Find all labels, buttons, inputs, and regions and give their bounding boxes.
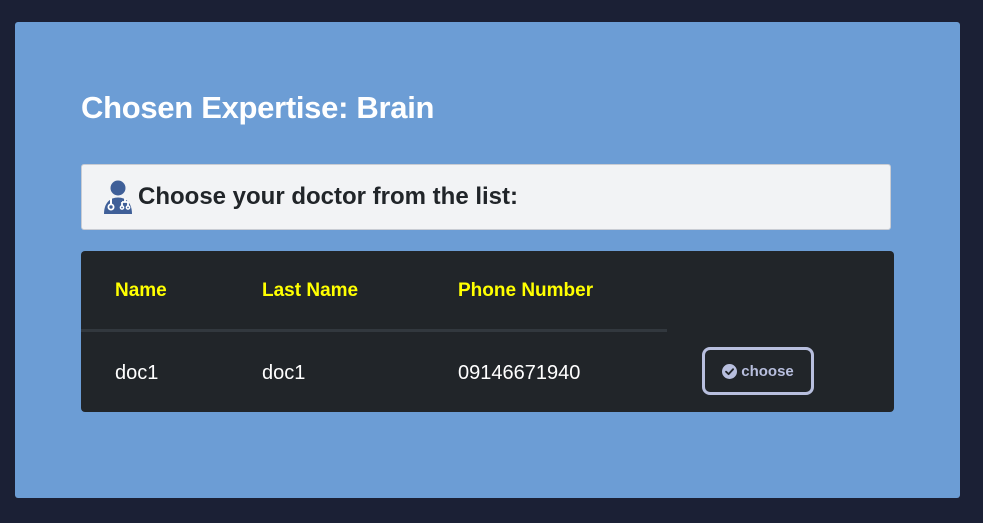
user-doctor-icon — [102, 180, 134, 214]
cell-last-name: doc1 — [262, 362, 306, 384]
check-circle-icon — [722, 363, 738, 379]
header-phone-number: Phone Number — [458, 280, 594, 301]
instruction-box: Choose your doctor from the list: — [81, 164, 891, 230]
main-panel: Chosen Expertise: Brain Choose your doct… — [15, 22, 960, 498]
choose-button[interactable]: choose — [702, 347, 814, 395]
header-last-name: Last Name — [262, 280, 359, 301]
choose-button-label: choose — [741, 362, 794, 380]
cell-name: doc1 — [115, 362, 159, 384]
chosen-expertise-value: Brain — [356, 90, 435, 125]
instruction-text: Choose your doctor from the list: — [138, 183, 519, 210]
header-divider — [81, 329, 667, 332]
doctors-table: Name Last Name Phone Number doc1 doc1 09… — [81, 251, 894, 412]
header-name: Name — [115, 280, 167, 301]
title-prefix: Chosen Expertise: — [81, 90, 357, 125]
page-title: Chosen Expertise: Brain — [81, 90, 434, 126]
cell-phone-number: 09146671940 — [458, 362, 581, 384]
